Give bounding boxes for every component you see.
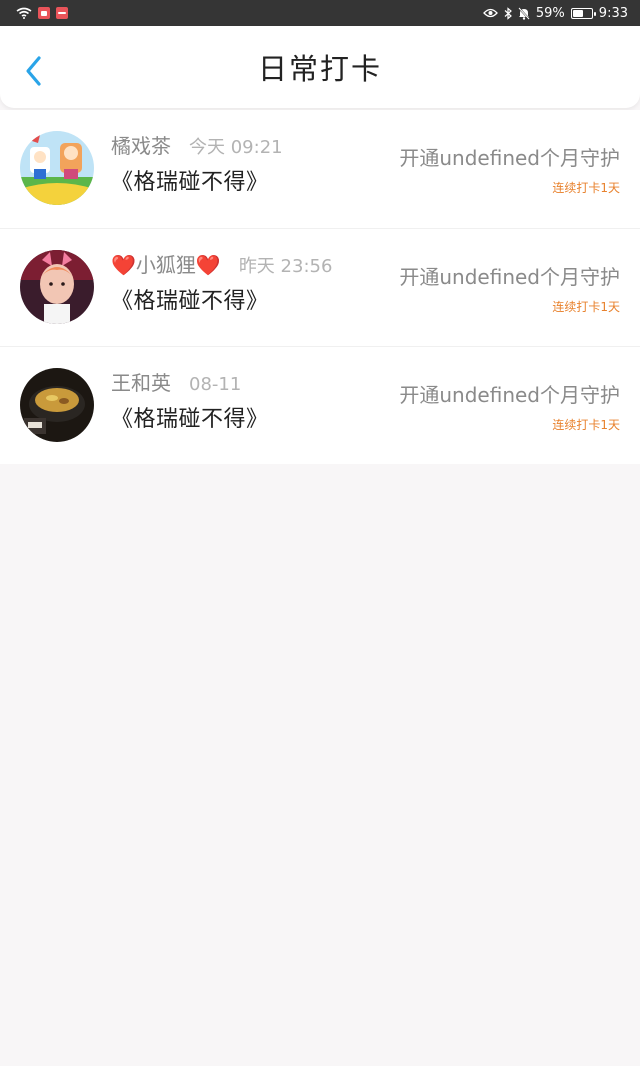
bluetooth-icon	[504, 6, 512, 20]
streak-badge: 连续打卡1天	[552, 181, 620, 195]
checkin-time: 08-11	[189, 374, 242, 395]
status-bar-left	[16, 7, 68, 19]
list-item[interactable]: ❤️小狐狸❤️ 昨天 23:56 《格瑞碰不得》 开通undefined个月守护…	[0, 228, 640, 346]
avatar[interactable]	[20, 250, 94, 324]
guard-info: 开通undefined个月守护 连续打卡1天	[399, 261, 620, 315]
guard-info: 开通undefined个月守护 连续打卡1天	[399, 142, 620, 196]
user-name[interactable]: 王和英	[111, 367, 171, 396]
header-bar: 日常打卡	[0, 26, 640, 108]
guard-text: 开通undefined个月守护	[399, 383, 620, 407]
battery-icon	[570, 7, 596, 19]
avatar-image	[20, 250, 94, 324]
avatar[interactable]	[20, 131, 94, 205]
list-item[interactable]: 橘戏茶 今天 09:21 《格瑞碰不得》 开通undefined个月守护 连续打…	[0, 110, 640, 228]
streak-badge: 连续打卡1天	[552, 300, 620, 314]
guard-text: 开通undefined个月守护	[399, 265, 620, 289]
checkin-time: 昨天 23:56	[238, 256, 333, 277]
avatar[interactable]	[20, 368, 94, 442]
bell-muted-icon	[518, 6, 530, 20]
app-notification-icon	[56, 7, 68, 19]
checkin-list: 橘戏茶 今天 09:21 《格瑞碰不得》 开通undefined个月守护 连续打…	[0, 110, 640, 464]
list-item[interactable]: 王和英 08-11 《格瑞碰不得》 开通undefined个月守护 连续打卡1天	[0, 346, 640, 464]
app-notification-icon	[38, 7, 50, 19]
eye-icon	[483, 8, 498, 18]
status-bar-right: 59% 9:33	[483, 6, 628, 21]
streak-badge: 连续打卡1天	[552, 418, 620, 432]
page-title: 日常打卡	[257, 52, 382, 86]
avatar-image	[20, 368, 94, 442]
clock: 9:33	[598, 5, 628, 21]
wifi-icon	[16, 7, 32, 19]
checkin-time: 今天 09:21	[189, 137, 283, 158]
status-bar: 59% 9:33	[0, 0, 640, 26]
back-button[interactable]	[16, 53, 52, 89]
guard-info: 开通undefined个月守护 连续打卡1天	[399, 379, 620, 433]
avatar-image	[20, 131, 94, 205]
battery-level	[572, 9, 584, 17]
chevron-left-icon	[26, 56, 41, 86]
user-name[interactable]: ❤️小狐狸❤️	[111, 249, 221, 278]
user-name[interactable]: 橘戏茶	[111, 130, 171, 159]
guard-text: 开通undefined个月守护	[399, 146, 620, 170]
battery-percent: 59%	[535, 5, 565, 21]
